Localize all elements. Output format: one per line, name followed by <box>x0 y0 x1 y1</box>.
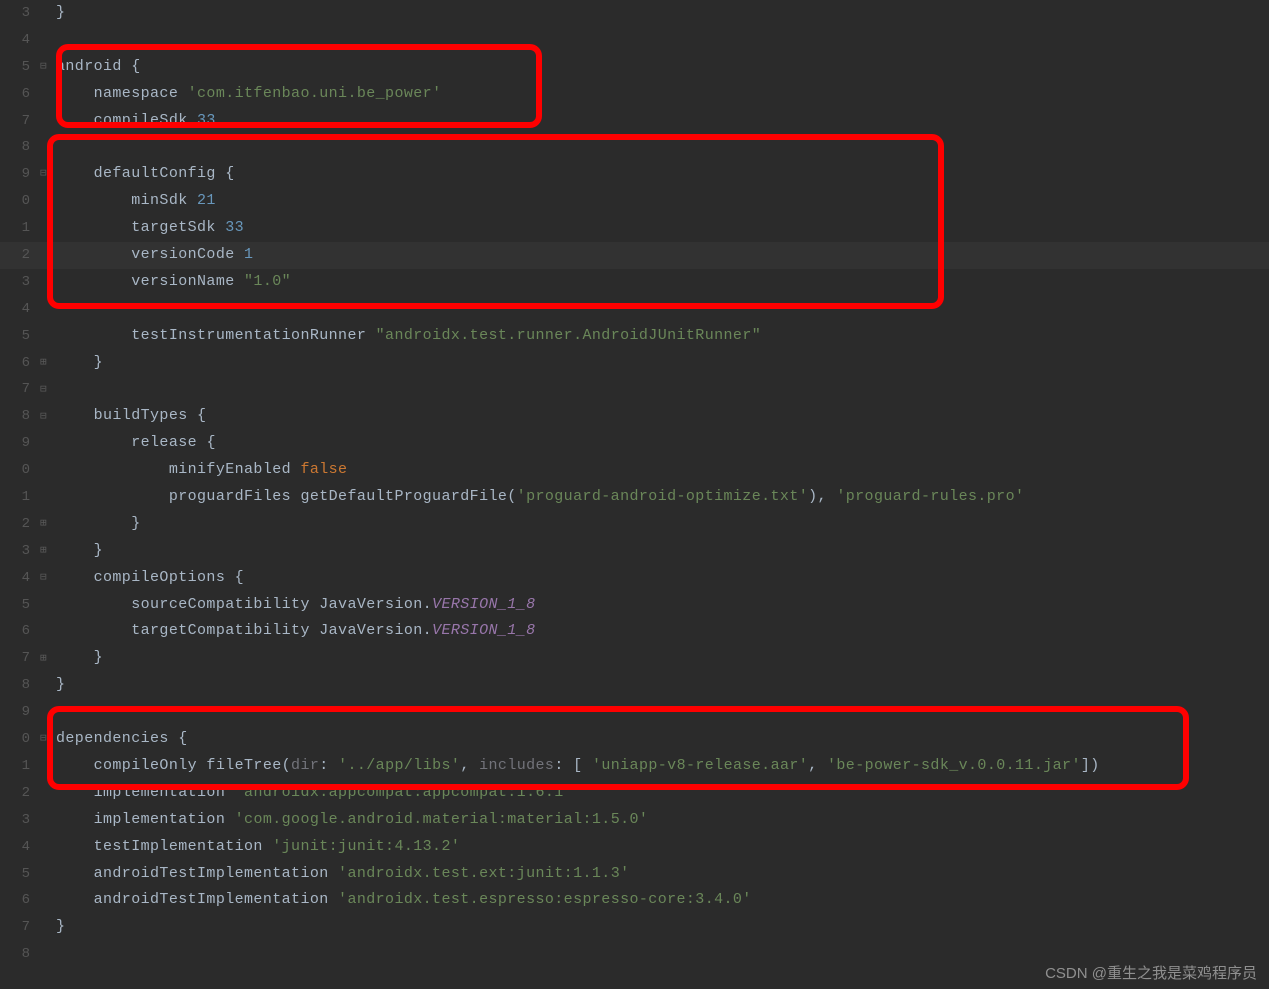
line-number: 2 <box>0 780 36 807</box>
code-line[interactable]: targetSdk 33 <box>56 215 1269 242</box>
code-line[interactable]: testInstrumentationRunner "androidx.test… <box>56 323 1269 350</box>
line-number: 7 <box>0 645 36 672</box>
line-number: 8 <box>0 672 36 699</box>
code-line[interactable] <box>56 27 1269 54</box>
fold-icon[interactable]: ⊟ <box>40 573 47 584</box>
code-line[interactable]: compileSdk 33 <box>56 108 1269 135</box>
code-line[interactable]: testImplementation 'junit:junit:4.13.2' <box>56 834 1269 861</box>
fold-icon[interactable]: ⊟ <box>40 734 47 745</box>
line-number: 8 <box>0 403 36 430</box>
fold-icon[interactable]: ⊟ <box>40 412 47 423</box>
code-line[interactable]: buildTypes { <box>56 403 1269 430</box>
fold-icon[interactable]: ⊟ <box>40 62 47 73</box>
line-number: 3 <box>0 538 36 565</box>
code-line[interactable]: sourceCompatibility JavaVersion.VERSION_… <box>56 592 1269 619</box>
code-line[interactable]: minSdk 21 <box>56 188 1269 215</box>
fold-icon[interactable]: ⊞ <box>40 358 47 369</box>
line-number: 1 <box>0 484 36 511</box>
code-line[interactable]: androidTestImplementation 'androidx.test… <box>56 861 1269 888</box>
line-number: 6 <box>0 81 36 108</box>
code-line[interactable]: android { <box>56 54 1269 81</box>
line-number: 4 <box>0 296 36 323</box>
line-number: 0 <box>0 726 36 753</box>
line-number: 5 <box>0 54 36 81</box>
code-line[interactable]: targetCompatibility JavaVersion.VERSION_… <box>56 618 1269 645</box>
code-line[interactable]: } <box>56 645 1269 672</box>
code-line[interactable]: proguardFiles getDefaultProguardFile('pr… <box>56 484 1269 511</box>
line-number: 5 <box>0 592 36 619</box>
line-number: 8 <box>0 941 36 968</box>
code-line[interactable]: versionCode 1 <box>56 242 1269 269</box>
code-line[interactable]: implementation 'androidx.appcompat:appco… <box>56 780 1269 807</box>
fold-icon[interactable]: ⊞ <box>40 654 47 665</box>
line-number: 7 <box>0 108 36 135</box>
code-line[interactable]: } <box>56 0 1269 27</box>
fold-icon[interactable]: ⊞ <box>40 519 47 530</box>
code-line[interactable]: } <box>56 511 1269 538</box>
line-number: 2 <box>0 511 36 538</box>
csdn-watermark: CSDN @重生之我是菜鸡程序员 <box>1045 962 1257 983</box>
code-line[interactable]: implementation 'com.google.android.mater… <box>56 807 1269 834</box>
line-number: 5 <box>0 323 36 350</box>
line-number: 4 <box>0 27 36 54</box>
gutter: 3 4 5 6 7 8 9 0 1 2 3 4 5 6 7 8 9 0 1 2 … <box>0 0 36 968</box>
code-line[interactable] <box>56 134 1269 161</box>
code-line[interactable]: } <box>56 538 1269 565</box>
line-number: 3 <box>0 0 36 27</box>
line-number: 4 <box>0 565 36 592</box>
line-number: 0 <box>0 457 36 484</box>
line-number: 5 <box>0 861 36 888</box>
fold-icon[interactable]: ⊟ <box>40 385 47 396</box>
code-line[interactable]: dependencies { <box>56 726 1269 753</box>
code-line[interactable] <box>56 296 1269 323</box>
code-line[interactable]: minifyEnabled false <box>56 457 1269 484</box>
code-line[interactable]: defaultConfig { <box>56 161 1269 188</box>
line-number: 8 <box>0 134 36 161</box>
line-number: 7 <box>0 376 36 403</box>
line-number: 2 <box>0 242 36 269</box>
line-number: 7 <box>0 914 36 941</box>
line-number: 6 <box>0 887 36 914</box>
fold-icon[interactable]: ⊞ <box>40 546 47 557</box>
code-line[interactable]: } <box>56 914 1269 941</box>
code-line[interactable]: versionName "1.0" <box>56 269 1269 296</box>
code-line[interactable]: } <box>56 350 1269 377</box>
code-line[interactable]: } <box>56 672 1269 699</box>
code-area[interactable]: } android { namespace 'com.itfenbao.uni.… <box>56 0 1269 968</box>
line-number: 6 <box>0 350 36 377</box>
code-line[interactable] <box>56 699 1269 726</box>
code-editor[interactable]: 3 4 5 6 7 8 9 0 1 2 3 4 5 6 7 8 9 0 1 2 … <box>0 0 1269 989</box>
line-number: 9 <box>0 699 36 726</box>
code-line[interactable]: compileOnly fileTree(dir: '../app/libs',… <box>56 753 1269 780</box>
code-line[interactable] <box>56 376 1269 403</box>
line-number: 1 <box>0 215 36 242</box>
fold-icon[interactable]: ⊟ <box>40 169 47 180</box>
code-line[interactable]: namespace 'com.itfenbao.uni.be_power' <box>56 81 1269 108</box>
line-number: 3 <box>0 269 36 296</box>
line-number: 9 <box>0 430 36 457</box>
line-number: 1 <box>0 753 36 780</box>
code-line[interactable]: compileOptions { <box>56 565 1269 592</box>
line-number: 0 <box>0 188 36 215</box>
line-number: 4 <box>0 834 36 861</box>
line-number: 6 <box>0 618 36 645</box>
code-line[interactable]: release { <box>56 430 1269 457</box>
line-number: 9 <box>0 161 36 188</box>
line-number: 3 <box>0 807 36 834</box>
code-line[interactable]: androidTestImplementation 'androidx.test… <box>56 887 1269 914</box>
